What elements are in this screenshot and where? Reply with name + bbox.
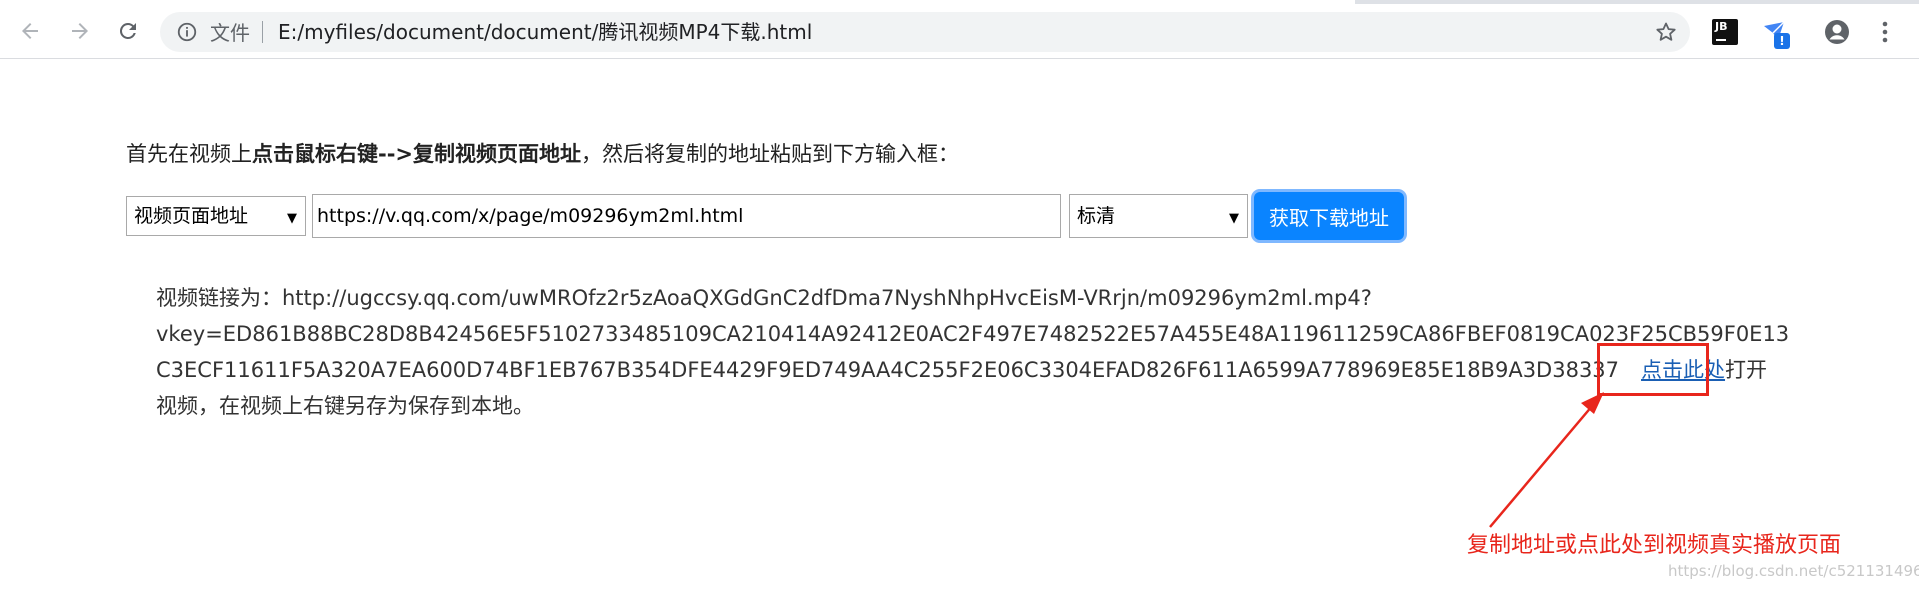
annotation-label: 复制地址或点此处到视频真实播放页面 xyxy=(1467,533,1842,558)
annotation-arrow xyxy=(1489,392,1604,528)
watermark-text: https://blog.csdn.net/c5211314963 xyxy=(1668,562,1919,580)
